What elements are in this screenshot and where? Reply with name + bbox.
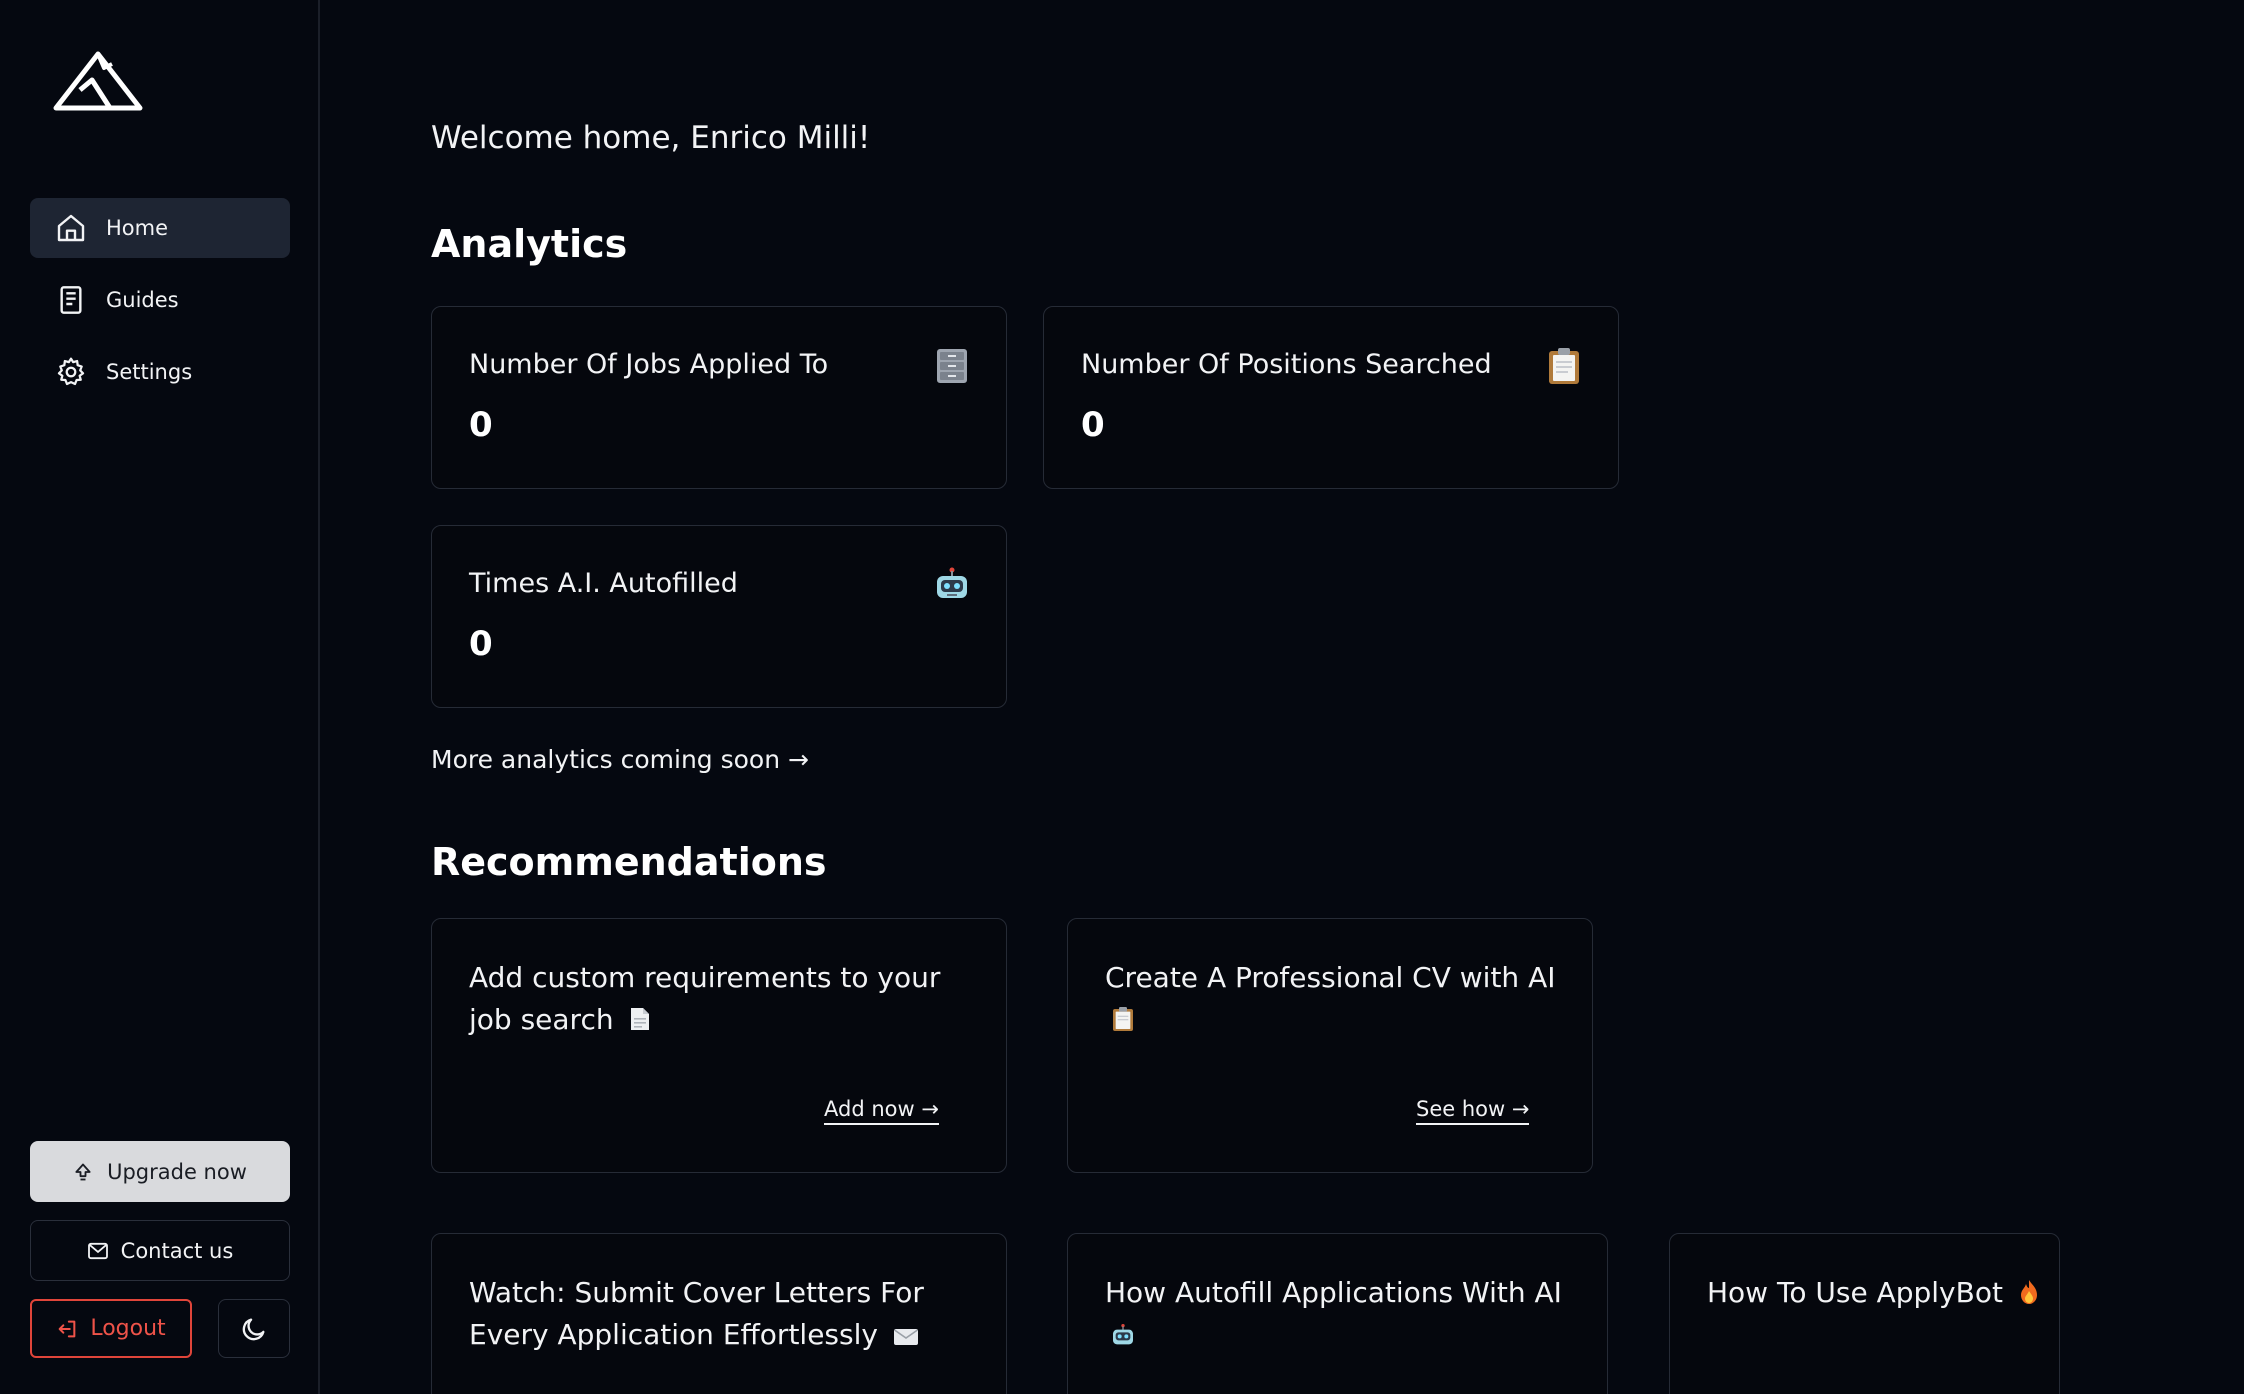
logout-label: Logout xyxy=(90,1316,166,1341)
sidebar-item-label: Settings xyxy=(106,360,193,384)
stat-card-jobs-applied: Number Of Jobs Applied To 0 xyxy=(431,306,1007,489)
sidebar: Home Guides Settings Upgrade now Contact… xyxy=(0,0,320,1394)
stat-value: 0 xyxy=(1081,405,1105,445)
theme-toggle-button[interactable] xyxy=(218,1299,290,1358)
fire-icon xyxy=(2018,1275,2040,1317)
recommendation-title: How Autofill Applications With AI xyxy=(1105,1272,1595,1359)
stat-title: Times A.I. Autofilled xyxy=(469,568,738,599)
analytics-heading: Analytics xyxy=(431,222,628,266)
logout-button[interactable]: Logout xyxy=(30,1299,192,1358)
sidebar-nav: Home Guides Settings xyxy=(30,198,290,414)
recommendation-card-professional-cv[interactable]: Create A Professional CV with AI See how… xyxy=(1067,918,1593,1173)
recommendations-overflow-region: Watch: Submit Cover Letters For Every Ap… xyxy=(431,1232,2211,1394)
sidebar-item-settings[interactable]: Settings xyxy=(30,342,290,402)
moon-icon xyxy=(240,1315,268,1343)
upgrade-arrow-icon xyxy=(73,1162,93,1182)
app-window: Home Guides Settings Upgrade now Contact… xyxy=(0,0,2244,1394)
upgrade-button[interactable]: Upgrade now xyxy=(30,1141,290,1202)
main-content: Welcome home, Enrico Milli! Analytics Nu… xyxy=(431,0,2211,1394)
recommendation-title: Add custom requirements to your job sear… xyxy=(469,957,979,1044)
book-icon xyxy=(54,283,88,317)
file-cabinet-icon xyxy=(934,347,970,385)
stat-value: 0 xyxy=(469,405,493,445)
mail-icon xyxy=(87,1242,109,1260)
recommendation-title: Create A Professional CV with AI xyxy=(1105,957,1575,1044)
welcome-message: Welcome home, Enrico Milli! xyxy=(431,120,871,156)
sidebar-item-guides[interactable]: Guides xyxy=(30,270,290,330)
upgrade-label: Upgrade now xyxy=(107,1159,247,1184)
more-analytics-link[interactable]: More analytics coming soon → xyxy=(431,745,809,774)
mountain-logo-icon[interactable] xyxy=(52,50,144,112)
sidebar-actions: Upgrade now Contact us Logout xyxy=(30,1141,290,1358)
recommendation-title: Watch: Submit Cover Letters For Every Ap… xyxy=(469,1272,999,1359)
recommendations-heading: Recommendations xyxy=(431,840,827,884)
sidebar-item-home[interactable]: Home xyxy=(30,198,290,258)
add-now-link[interactable]: Add now → xyxy=(824,1097,939,1125)
gear-icon xyxy=(54,355,88,389)
recommendation-card-autofill[interactable]: How Autofill Applications With AI xyxy=(1067,1233,1608,1394)
sidebar-item-label: Home xyxy=(106,216,169,240)
recommendation-title: How To Use ApplyBot xyxy=(1707,1272,2047,1317)
stat-title: Number Of Positions Searched xyxy=(1081,349,1492,380)
recommendation-card-how-to-use[interactable]: How To Use ApplyBot xyxy=(1669,1233,2060,1394)
contact-label: Contact us xyxy=(120,1238,234,1263)
recommendation-card-custom-requirements[interactable]: Add custom requirements to your job sear… xyxy=(431,918,1007,1173)
logout-icon xyxy=(56,1318,78,1340)
sidebar-item-label: Guides xyxy=(106,288,179,312)
robot-icon xyxy=(1111,1317,1135,1359)
stat-card-ai-autofilled: Times A.I. Autofilled 0 xyxy=(431,525,1007,708)
contact-button[interactable]: Contact us xyxy=(30,1220,290,1281)
see-how-link[interactable]: See how → xyxy=(1416,1097,1530,1125)
bottom-row: Logout xyxy=(30,1299,290,1358)
clipboard-icon xyxy=(1546,347,1582,385)
stat-value: 0 xyxy=(469,624,493,664)
stat-title: Number Of Jobs Applied To xyxy=(469,349,829,380)
stat-card-positions-searched: Number Of Positions Searched 0 xyxy=(1043,306,1619,489)
recommendation-card-cover-letters[interactable]: Watch: Submit Cover Letters For Every Ap… xyxy=(431,1233,1007,1394)
document-icon xyxy=(629,1002,651,1044)
envelope-icon xyxy=(893,1317,919,1359)
clipboard-icon xyxy=(1111,1002,1135,1044)
home-icon xyxy=(54,211,88,245)
robot-icon xyxy=(934,566,970,604)
